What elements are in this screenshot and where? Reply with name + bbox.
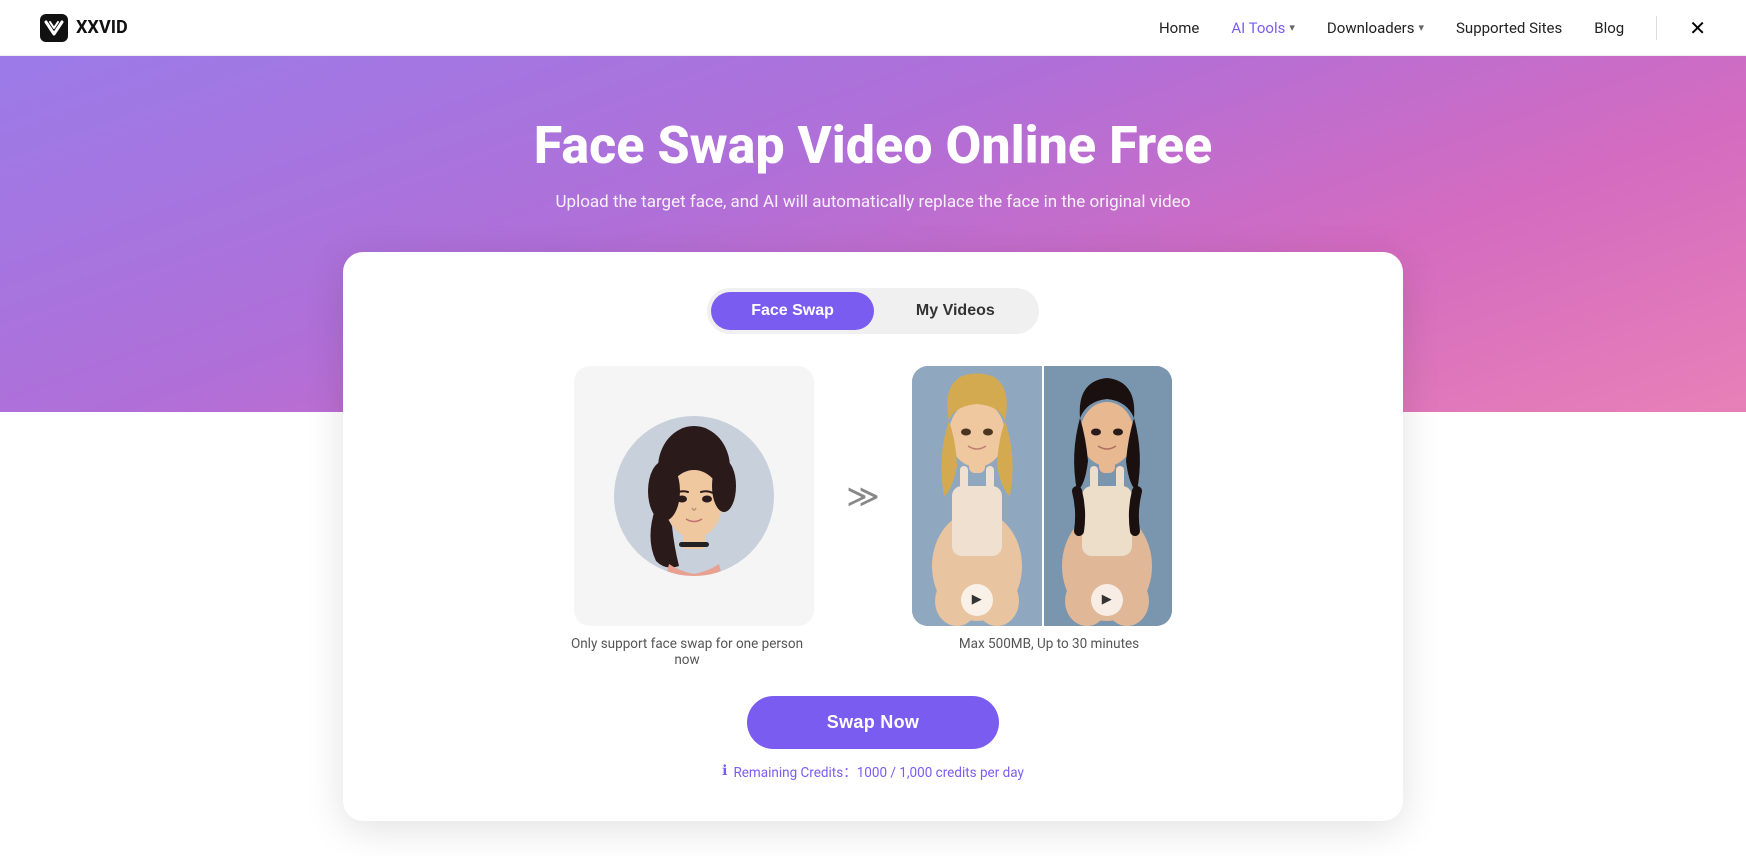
- swap-area: ≫: [383, 366, 1363, 626]
- chevron-down-icon: ▾: [1418, 21, 1424, 34]
- logo-icon: [40, 14, 68, 42]
- x-social-icon[interactable]: ✕: [1689, 16, 1706, 40]
- captions-row: Only support face swap for one person no…: [383, 626, 1363, 668]
- target-caption: Max 500MB, Up to 30 minutes: [919, 626, 1179, 652]
- chevron-down-icon: ▾: [1289, 21, 1295, 34]
- tab-face-swap[interactable]: Face Swap: [711, 292, 874, 330]
- nav-divider: [1656, 16, 1657, 40]
- target-after: ▶: [1042, 366, 1172, 626]
- split-divider: [1042, 366, 1044, 626]
- nav-links: Home AI Tools ▾ Downloaders ▾ Supported …: [1159, 16, 1706, 40]
- logo[interactable]: XXVID: [40, 14, 128, 42]
- hero-title: Face Swap Video Online Free: [40, 116, 1706, 176]
- source-caption-text: Only support face swap for one person no…: [567, 636, 807, 668]
- arrow-icon: ≫: [846, 477, 880, 515]
- target-split-view: ▶: [912, 366, 1172, 626]
- face-image: [614, 416, 774, 576]
- tabs-container: Face Swap My Videos: [383, 288, 1363, 334]
- source-face-upload[interactable]: [574, 366, 814, 626]
- brand-name: XXVID: [76, 17, 128, 38]
- swap-button-area: Swap Now ℹ Remaining Credits：1000 / 1,00…: [383, 696, 1363, 781]
- card-wrapper: Face Swap My Videos: [0, 252, 1746, 821]
- source-caption: Only support face swap for one person no…: [567, 626, 807, 668]
- nav-supported-sites[interactable]: Supported Sites: [1456, 19, 1562, 37]
- nav-home[interactable]: Home: [1159, 19, 1199, 37]
- target-before: ▶: [912, 366, 1042, 626]
- target-video-upload[interactable]: ▶: [912, 366, 1172, 626]
- target-caption-text: Max 500MB, Up to 30 minutes: [919, 636, 1179, 652]
- swap-now-button[interactable]: Swap Now: [747, 696, 999, 749]
- tab-group: Face Swap My Videos: [707, 288, 1039, 334]
- nav-blog[interactable]: Blog: [1594, 19, 1624, 37]
- main-card: Face Swap My Videos: [343, 252, 1403, 821]
- info-icon: ℹ: [722, 763, 727, 779]
- navbar: XXVID Home AI Tools ▾ Downloaders ▾ Supp…: [0, 0, 1746, 56]
- face-circle: [614, 416, 774, 576]
- tab-my-videos[interactable]: My Videos: [876, 292, 1035, 330]
- play-button-left[interactable]: ▶: [961, 584, 993, 616]
- hero-subtitle: Upload the target face, and AI will auto…: [40, 192, 1706, 212]
- credits-text: Remaining Credits：1000 / 1,000 credits p…: [733, 761, 1023, 781]
- credits-info: ℹ Remaining Credits：1000 / 1,000 credits…: [722, 761, 1024, 781]
- nav-downloaders[interactable]: Downloaders ▾: [1327, 19, 1424, 37]
- play-button-right[interactable]: ▶: [1091, 584, 1123, 616]
- nav-ai-tools[interactable]: AI Tools ▾: [1231, 19, 1295, 37]
